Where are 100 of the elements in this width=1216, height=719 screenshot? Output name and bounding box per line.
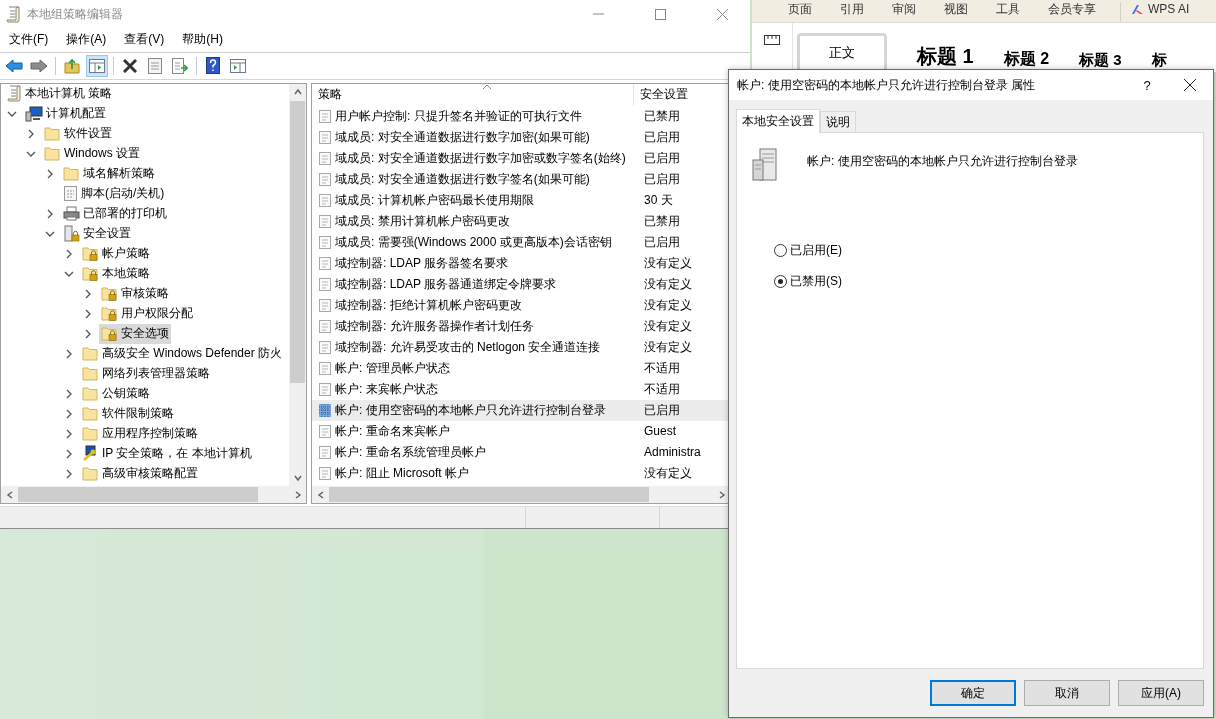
- setting-value: Administra: [644, 445, 701, 460]
- policy-row[interactable]: 域控制器: 拒绝计算机帐户密码更改 没有定义: [312, 294, 730, 316]
- policy-row[interactable]: 帐户: 管理员帐户状态 不适用: [312, 357, 730, 379]
- setting-value: 已禁用: [644, 107, 680, 125]
- setting-value: 已启用: [644, 170, 680, 188]
- style-preset[interactable]: 标题 2: [1003, 49, 1050, 72]
- policy-name: 帐户: 管理员帐户状态: [335, 359, 450, 377]
- policy-row[interactable]: 域成员: 需要强(Windows 2000 或更高版本)会话密钥 已启用: [312, 231, 730, 253]
- tree-item[interactable]: 软件设置: [42, 123, 114, 144]
- setting-value: 没有定义: [644, 464, 692, 482]
- ribbon-tab[interactable]: 审阅: [878, 2, 930, 22]
- policy-name: 帐户: 来宾帐户状态: [335, 380, 438, 398]
- menu-item[interactable]: 查看(V): [119, 31, 170, 49]
- policy-row[interactable]: 域成员: 对安全通道数据进行数字签名(如果可能) 已启用: [312, 168, 730, 190]
- policy-row[interactable]: 域成员: 计算机帐户密码最长使用期限 30 天: [312, 189, 730, 211]
- menu-item[interactable]: 帮助(H): [177, 31, 228, 49]
- column-header[interactable]: 策略: [312, 83, 634, 106]
- dialog-button[interactable]: 取消: [1024, 680, 1110, 706]
- policy-row[interactable]: 域成员: 对安全通道数据进行数字加密(如果可能) 已启用: [312, 126, 730, 148]
- tree-item[interactable]: 计算机配置: [23, 103, 108, 124]
- tree-item[interactable]: IP 安全策略，在 本地计算机: [80, 443, 254, 464]
- radio-option[interactable]: 已启用(E): [774, 242, 1188, 258]
- tree-item[interactable]: 审核策略: [99, 283, 171, 304]
- policy-name: 域控制器: LDAP 服务器签名要求: [335, 254, 509, 272]
- policy-row[interactable]: 用户帐户控制: 只提升签名并验证的可执行文件 已禁用: [312, 105, 730, 127]
- tree-item[interactable]: 高级安全 Windows Defender 防火: [80, 343, 285, 364]
- window-title: 本地组策略编辑器: [27, 5, 124, 23]
- dialog-tab[interactable]: 本地安全设置: [736, 109, 820, 133]
- setting-value: 已启用: [644, 149, 680, 167]
- policy-row[interactable]: 域控制器: LDAP 服务器通道绑定令牌要求 没有定义: [312, 273, 730, 295]
- tree-item[interactable]: 已部署的打印机: [61, 203, 169, 224]
- radio-label: 已启用(E): [790, 241, 842, 259]
- style-preset[interactable]: 标题 3: [1079, 51, 1122, 72]
- setting-value: 已启用: [644, 401, 680, 419]
- policy-name: 域成员: 对安全通道数据进行数字加密(如果可能): [335, 128, 590, 146]
- dialog-button[interactable]: 应用(A): [1118, 680, 1204, 706]
- policy-name: 帐户: 使用空密码的本地帐户只允许进行控制台登录: [335, 401, 606, 419]
- setting-value: 30 天: [644, 191, 673, 209]
- radio-label: 已禁用(S): [790, 272, 842, 290]
- tree-item[interactable]: 软件限制策略: [80, 403, 176, 424]
- setting-value: 没有定义: [644, 317, 692, 335]
- policy-row[interactable]: 域控制器: 允许服务器操作者计划任务 没有定义: [312, 315, 730, 337]
- style-preset[interactable]: 标题 1: [917, 43, 974, 72]
- policy-name: 用户帐户控制: 只提升签名并验证的可执行文件: [335, 107, 582, 125]
- policy-row[interactable]: 域控制器: LDAP 服务器签名要求 没有定义: [312, 252, 730, 274]
- policy-row[interactable]: 帐户: 重命名系统管理员帐户 Administra: [312, 441, 730, 463]
- policy-name: 域成员: 对安全通道数据进行数字签名(如果可能): [335, 170, 590, 188]
- tree-item[interactable]: 用户权限分配: [99, 303, 195, 324]
- policy-name: 域成员: 计算机帐户密码最长使用期限: [335, 191, 534, 209]
- tree-item[interactable]: 本地策略: [80, 263, 152, 284]
- tree-item[interactable]: 安全设置: [61, 223, 133, 244]
- tree-item[interactable]: 公钥策略: [80, 383, 152, 404]
- tree-item[interactable]: 应用程序控制策略: [80, 423, 200, 444]
- setting-value: 不适用: [644, 380, 680, 398]
- column-header[interactable]: 安全设置: [634, 83, 730, 106]
- tree-item[interactable]: 域名解析策略: [61, 163, 157, 184]
- ai-tab[interactable]: WPS AI: [1120, 2, 1190, 22]
- policy-name: 域控制器: 允许易受攻击的 Netlogon 安全通道连接: [335, 338, 601, 356]
- policy-name: 域控制器: 拒绝计算机帐户密码更改: [335, 296, 522, 314]
- dialog-title: 帐户: 使用空密码的本地帐户只允许进行控制台登录 属性: [737, 76, 1036, 94]
- policy-name: 域控制器: LDAP 服务器通道绑定令牌要求: [335, 275, 557, 293]
- ribbon-tab[interactable]: 工具: [982, 2, 1034, 22]
- dialog-tab[interactable]: 说明: [820, 111, 856, 132]
- ribbon-tab[interactable]: 页面: [774, 2, 826, 22]
- tree-item[interactable]: 帐户策略: [80, 243, 152, 264]
- tree-item[interactable]: 脚本(启动/关机): [61, 183, 167, 204]
- radio-option[interactable]: 已禁用(S): [774, 273, 1188, 289]
- ribbon-tab[interactable]: 视图: [930, 2, 982, 22]
- ribbon-tab[interactable]: 会员专享: [1034, 2, 1110, 22]
- policy-row[interactable]: 域控制器: 允许易受攻击的 Netlogon 安全通道连接 没有定义: [312, 336, 730, 358]
- policy-row[interactable]: 域成员: 对安全通道数据进行数字加密或数字签名(始终) 已启用: [312, 147, 730, 169]
- help-button[interactable]: ?: [1127, 70, 1167, 100]
- policy-name: 帐户: 重命名来宾帐户: [335, 422, 450, 440]
- ribbon-tab[interactable]: 引用: [826, 2, 878, 22]
- dialog-button[interactable]: 确定: [930, 680, 1016, 706]
- setting-value: 没有定义: [644, 254, 692, 272]
- policy-row[interactable]: 帐户: 来宾帐户状态 不适用: [312, 378, 730, 400]
- policy-row[interactable]: 帐户: 重命名来宾帐户 Guest: [312, 420, 730, 442]
- setting-value: 不适用: [644, 359, 680, 377]
- tree-item[interactable]: 网络列表管理器策略: [80, 363, 212, 384]
- setting-value: 没有定义: [644, 338, 692, 356]
- setting-value: 已禁用: [644, 212, 680, 230]
- setting-value: 没有定义: [644, 296, 692, 314]
- policy-name: 域控制器: 允许服务器操作者计划任务: [335, 317, 534, 335]
- policy-row[interactable]: 帐户: 使用空密码的本地帐户只允许进行控制台登录 已启用: [312, 399, 730, 421]
- policy-heading: 帐户: 使用空密码的本地帐户只允许进行控制台登录: [807, 153, 1078, 170]
- policy-row[interactable]: 帐户: 阻止 Microsoft 帐户 没有定义: [312, 462, 730, 484]
- menu-item[interactable]: 操作(A): [61, 31, 112, 49]
- tree-item[interactable]: 高级审核策略配置: [80, 463, 200, 484]
- menu-item[interactable]: 文件(F): [4, 31, 54, 49]
- tree-item[interactable]: 安全选项: [99, 323, 171, 344]
- policy-name: 帐户: 阻止 Microsoft 帐户: [335, 464, 469, 482]
- policy-row[interactable]: 域成员: 禁用计算机帐户密码更改 已禁用: [312, 210, 730, 232]
- setting-value: 已启用: [644, 233, 680, 251]
- policy-name: 帐户: 重命名系统管理员帐户: [335, 443, 486, 461]
- tree-item[interactable]: 本地计算机 策略: [5, 83, 115, 104]
- style-preset[interactable]: 标: [1151, 51, 1167, 72]
- policy-name: 域成员: 对安全通道数据进行数字加密或数字签名(始终): [335, 149, 626, 167]
- tree-item[interactable]: Windows 设置: [42, 143, 142, 164]
- policy-name: 域成员: 需要强(Windows 2000 或更高版本)会话密钥: [335, 233, 612, 251]
